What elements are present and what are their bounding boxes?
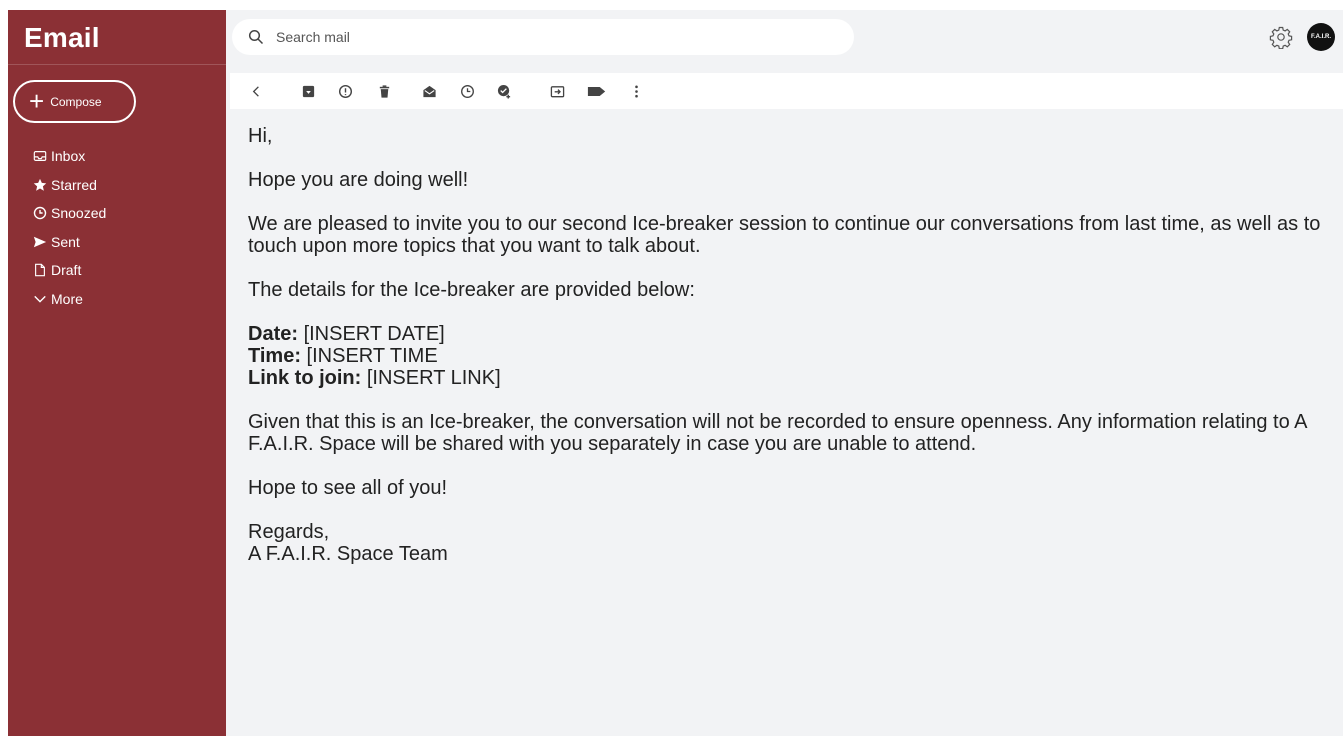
- sidebar-item-starred[interactable]: Starred: [32, 171, 106, 200]
- sidebar-item-sent[interactable]: Sent: [32, 228, 106, 257]
- plus-icon: +: [29, 85, 45, 116]
- message-toolbar: [230, 73, 1343, 109]
- send-icon: [32, 234, 48, 250]
- compose-button[interactable]: + Compose: [13, 80, 136, 123]
- sidebar: Email + Compose Inbox Starred Snoozed Se…: [8, 10, 226, 736]
- email-paragraph: We are pleased to invite you to our seco…: [248, 213, 1321, 257]
- sidebar-item-label: More: [51, 290, 83, 307]
- report-spam-icon[interactable]: [337, 83, 353, 99]
- email-body: Hi, Hope you are doing well! We are plea…: [248, 125, 1328, 587]
- star-icon: [32, 177, 48, 193]
- snooze-icon[interactable]: [459, 83, 475, 99]
- sidebar-item-more[interactable]: More: [32, 285, 106, 314]
- more-options-icon[interactable]: [628, 83, 644, 99]
- time-value: [INSERT TIME: [300, 345, 438, 367]
- sidebar-item-label: Inbox: [51, 148, 86, 165]
- email-closing: Hope to see all of you!: [248, 477, 448, 499]
- draft-icon: [32, 262, 48, 278]
- link-value: [INSERT LINK]: [361, 367, 501, 389]
- sidebar-divider: [8, 64, 226, 65]
- link-label: Link to join:: [248, 367, 362, 389]
- sidebar-item-label: Starred: [51, 176, 97, 193]
- label-icon[interactable]: [586, 83, 608, 99]
- sidebar-item-label: Snoozed: [51, 205, 107, 222]
- email-paragraph: The details for the Ice-breaker are prov…: [248, 279, 695, 301]
- mark-unread-icon[interactable]: [421, 83, 437, 99]
- archive-icon[interactable]: [300, 83, 316, 99]
- signoff-text: Regards,: [248, 521, 330, 543]
- header-actions: F.A.I.R.: [1269, 23, 1335, 51]
- delete-icon[interactable]: [376, 83, 392, 99]
- date-label: Date:: [248, 323, 299, 345]
- gear-icon[interactable]: [1269, 25, 1293, 49]
- sidebar-item-draft[interactable]: Draft: [32, 256, 106, 285]
- email-signoff: Regards, A F.A.I.R. Space Team: [248, 521, 1328, 565]
- event-details: Date: [INSERT DATE] Time: [INSERT TIME L…: [248, 323, 1328, 389]
- back-icon[interactable]: [248, 83, 264, 99]
- compose-label: Compose: [50, 94, 102, 109]
- chevron-down-icon: [32, 291, 48, 307]
- sidebar-item-label: Sent: [51, 233, 80, 250]
- add-task-icon[interactable]: [496, 83, 512, 99]
- sidebar-nav: Inbox Starred Snoozed Sent Draft More: [32, 142, 106, 313]
- app-frame: Email + Compose Inbox Starred Snoozed Se…: [8, 10, 1343, 736]
- date-value: [INSERT DATE]: [298, 323, 445, 345]
- search-bar[interactable]: [232, 19, 854, 55]
- search-icon: [248, 29, 264, 45]
- email-paragraph: Given that this is an Ice-breaker, the c…: [248, 411, 1307, 455]
- clock-icon: [32, 205, 48, 221]
- email-greeting: Hi,: [248, 125, 273, 147]
- sidebar-item-inbox[interactable]: Inbox: [32, 142, 106, 171]
- sidebar-item-snoozed[interactable]: Snoozed: [32, 199, 106, 228]
- time-label: Time:: [248, 345, 301, 367]
- sidebar-item-label: Draft: [51, 262, 82, 279]
- move-to-icon[interactable]: [549, 83, 565, 99]
- signature-text: A F.A.I.R. Space Team: [248, 543, 448, 565]
- avatar[interactable]: F.A.I.R.: [1307, 23, 1335, 51]
- email-line: Hope you are doing well!: [248, 169, 469, 191]
- inbox-icon: [32, 148, 48, 164]
- search-input[interactable]: [276, 29, 796, 45]
- app-title: Email: [24, 22, 100, 53]
